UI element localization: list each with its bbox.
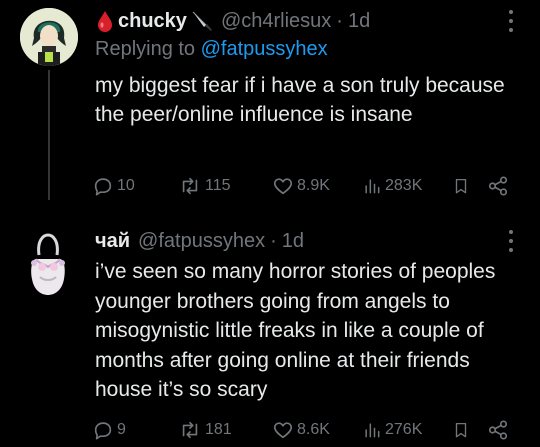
tweet-header: чай @fatpussyhex · 1d <box>95 226 520 256</box>
like-icon <box>273 422 293 439</box>
bookmark-icon <box>455 422 467 438</box>
share-icon <box>488 176 508 196</box>
action-bar: 10 115 8.9K 283K <box>92 171 520 201</box>
views-count: 276K <box>385 421 423 438</box>
like-count: 8.9K <box>297 177 330 194</box>
share-button[interactable] <box>487 175 509 197</box>
replying-mention[interactable]: @fatpussyhex <box>201 38 328 60</box>
views-icon <box>365 179 380 194</box>
bookmark-icon <box>455 178 467 194</box>
reply-count: 9 <box>117 421 126 438</box>
repost-count: 115 <box>205 177 231 194</box>
replying-label: Replying to <box>95 38 201 60</box>
timestamp[interactable]: 1d <box>348 10 370 33</box>
display-name[interactable]: чай <box>95 230 130 253</box>
tweet-text: my biggest fear if i have a son truly be… <box>95 74 505 126</box>
like-icon <box>273 178 293 195</box>
separator: · <box>336 9 343 32</box>
share-icon <box>488 420 508 440</box>
views-button[interactable]: 283K <box>362 175 422 197</box>
reply-button[interactable]: 10 <box>92 175 135 197</box>
separator: · <box>270 229 277 252</box>
avatar-chai[interactable] <box>20 229 78 299</box>
reply-count: 10 <box>117 177 135 194</box>
knife-icon <box>192 11 212 31</box>
like-count: 8.6K <box>297 421 330 438</box>
like-button[interactable]: 8.9K <box>272 175 330 197</box>
reply-button[interactable]: 9 <box>92 419 126 441</box>
reply-icon <box>94 178 112 196</box>
repost-button[interactable]: 181 <box>178 419 232 441</box>
handle[interactable]: @ch4rliesux <box>221 10 331 33</box>
thread-line <box>48 70 50 200</box>
tweet-1[interactable]: chucky @ch4rliesux · 1d Replying to @fat… <box>0 0 540 212</box>
tweet-2[interactable]: чай @fatpussyhex · 1d i’ve seen so many … <box>0 212 540 447</box>
views-count: 283K <box>385 177 423 194</box>
replying-to: Replying to @fatpussyhex <box>95 38 328 61</box>
repost-icon <box>182 421 198 439</box>
repost-button[interactable]: 115 <box>178 175 231 197</box>
bookmark-button[interactable] <box>452 175 470 197</box>
tweet-text: i’ve seen so many horror stories of peop… <box>95 260 496 401</box>
repost-count: 181 <box>205 421 232 438</box>
views-button[interactable]: 276K <box>362 419 422 441</box>
repost-icon <box>182 177 198 195</box>
share-button[interactable] <box>487 419 509 441</box>
reply-icon <box>94 422 112 440</box>
timestamp[interactable]: 1d <box>282 230 304 253</box>
more-icon[interactable] <box>506 230 516 252</box>
bookmark-button[interactable] <box>452 419 470 441</box>
like-button[interactable]: 8.6K <box>272 419 330 441</box>
more-icon[interactable] <box>506 10 516 32</box>
views-icon <box>365 423 380 438</box>
tweet-header: chucky @ch4rliesux · 1d <box>95 6 520 36</box>
handle[interactable]: @fatpussyhex <box>138 230 265 253</box>
action-bar: 9 181 8.6K 276K <box>92 415 520 445</box>
display-name[interactable]: chucky <box>118 10 187 33</box>
avatar-chucky[interactable] <box>20 8 78 68</box>
drop-of-blood-icon <box>98 11 112 32</box>
